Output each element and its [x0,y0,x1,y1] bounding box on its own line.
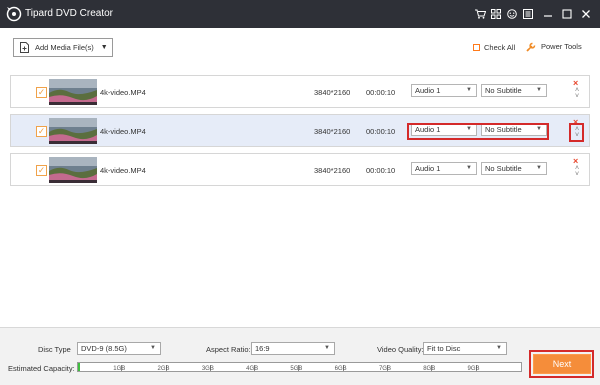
video-thumbnail[interactable] [49,157,97,183]
file-duration: 00:00:10 [366,166,396,175]
maximize-icon[interactable] [559,6,575,22]
title-bar: Tipard DVD Creator [0,0,600,28]
chevron-down-icon: ▼ [536,87,542,93]
disc-type-value: DVD-9 (8.5G) [81,344,127,353]
check-all-label: Check All [484,43,516,52]
file-resolution: 3840*2160 [314,88,351,97]
file-row[interactable]: ✓ 4k-video.MP4 3840*2160 00:00:10 Audio … [10,153,590,186]
cart-icon[interactable] [472,6,488,22]
video-quality-label: Video Quality: [377,345,424,354]
disc-type-select[interactable]: DVD-9 (8.5G) ▼ [77,342,161,355]
chevron-down-icon: ▼ [536,165,542,171]
minimize-icon[interactable] [540,6,556,22]
check-all-toggle[interactable]: Check All [473,43,515,52]
chevron-down-icon: ▼ [150,345,156,351]
capacity-label: Estimated Capacity: [8,364,75,373]
capacity-tick-label: 6GB [334,366,347,372]
file-name: 4k-video.MP4 [100,166,146,175]
subtitle-value: No Subtitle [485,86,522,95]
chevron-down-icon: ▼ [466,87,472,93]
capacity-tick-label: 8GB [423,366,436,372]
file-resolution: 3840*2160 [314,127,351,136]
grid-menu-icon[interactable] [488,6,504,22]
capacity-tick-label: 1GB [113,366,126,372]
file-list: ✓ 4k-video.MP4 3840*2160 00:00:10 Audio … [0,68,600,328]
audio-track-select[interactable]: Audio 1 ▼ [411,162,477,175]
file-resolution: 3840*2160 [314,166,351,175]
power-tools-label: Power Tools [541,42,582,51]
add-file-icon [20,42,29,53]
capacity-tick-label: 4GB [246,366,259,372]
app-title: Tipard DVD Creator [25,8,113,19]
disc-type-label: Disc Type [38,345,71,354]
chevron-down-icon: ▼ [100,44,108,51]
row-checkbox[interactable]: ✓ [36,126,47,137]
subtitle-select[interactable]: No Subtitle ▼ [481,84,547,97]
reorder-highlight [569,123,584,142]
row-checkbox[interactable]: ✓ [36,165,47,176]
close-icon[interactable] [578,6,594,22]
reorder-icon[interactable]: ˄ ˅ [572,165,582,182]
power-tools-button[interactable]: Power Tools [526,41,582,52]
aspect-ratio-label: Aspect Ratio: [206,345,251,354]
video-quality-value: Fit to Disc [427,344,461,353]
add-media-button[interactable]: Add Media File(s) ▼ [13,38,113,57]
video-thumbnail[interactable] [49,79,97,105]
row-checkbox[interactable]: ✓ [36,87,47,98]
subtitle-select[interactable]: No Subtitle ▼ [481,162,547,175]
chevron-down-icon: ▼ [466,165,472,171]
chevron-down-icon: ▼ [324,345,330,351]
aspect-ratio-value: 16:9 [255,344,270,353]
reorder-icon[interactable]: ˄ ˅ [572,87,582,104]
toolbar: Add Media File(s) ▼ Check All Power Tool… [0,28,600,68]
video-quality-select[interactable]: Fit to Disc ▼ [423,342,507,355]
file-name: 4k-video.MP4 [100,88,146,97]
audio-track-select[interactable]: Audio 1 ▼ [411,84,477,97]
capacity-tick-label: 9GB [467,366,480,372]
file-name: 4k-video.MP4 [100,127,146,136]
file-duration: 00:00:10 [366,127,396,136]
settings-menu-icon[interactable] [520,6,536,22]
track-selects-highlight [407,123,549,140]
aspect-ratio-select[interactable]: 16:9 ▼ [251,342,335,355]
wrench-icon [526,42,536,52]
chevron-down-icon: ▼ [496,345,502,351]
feedback-icon[interactable] [504,6,520,22]
file-row[interactable]: ✓ 4k-video.MP4 3840*2160 00:00:10 Audio … [10,75,590,108]
app-logo-icon [6,6,22,22]
audio-track-value: Audio 1 [415,86,441,95]
capacity-tick-label: 2GB [157,366,170,372]
check-all-checkbox[interactable] [473,44,480,51]
audio-track-value: Audio 1 [415,164,441,173]
subtitle-value: No Subtitle [485,164,522,173]
next-highlight [529,350,594,378]
capacity-tick-label: 3GB [201,366,214,372]
bottom-panel: Disc Type DVD-9 (8.5G) ▼ Aspect Ratio: 16… [0,327,600,385]
capacity-tick-label: 5GB [290,366,303,372]
file-duration: 00:00:10 [366,88,396,97]
add-media-label: Add Media File(s) [35,43,94,52]
video-thumbnail[interactable] [49,118,97,144]
capacity-fill [78,363,81,371]
capacity-tick-label: 7GB [378,366,391,372]
